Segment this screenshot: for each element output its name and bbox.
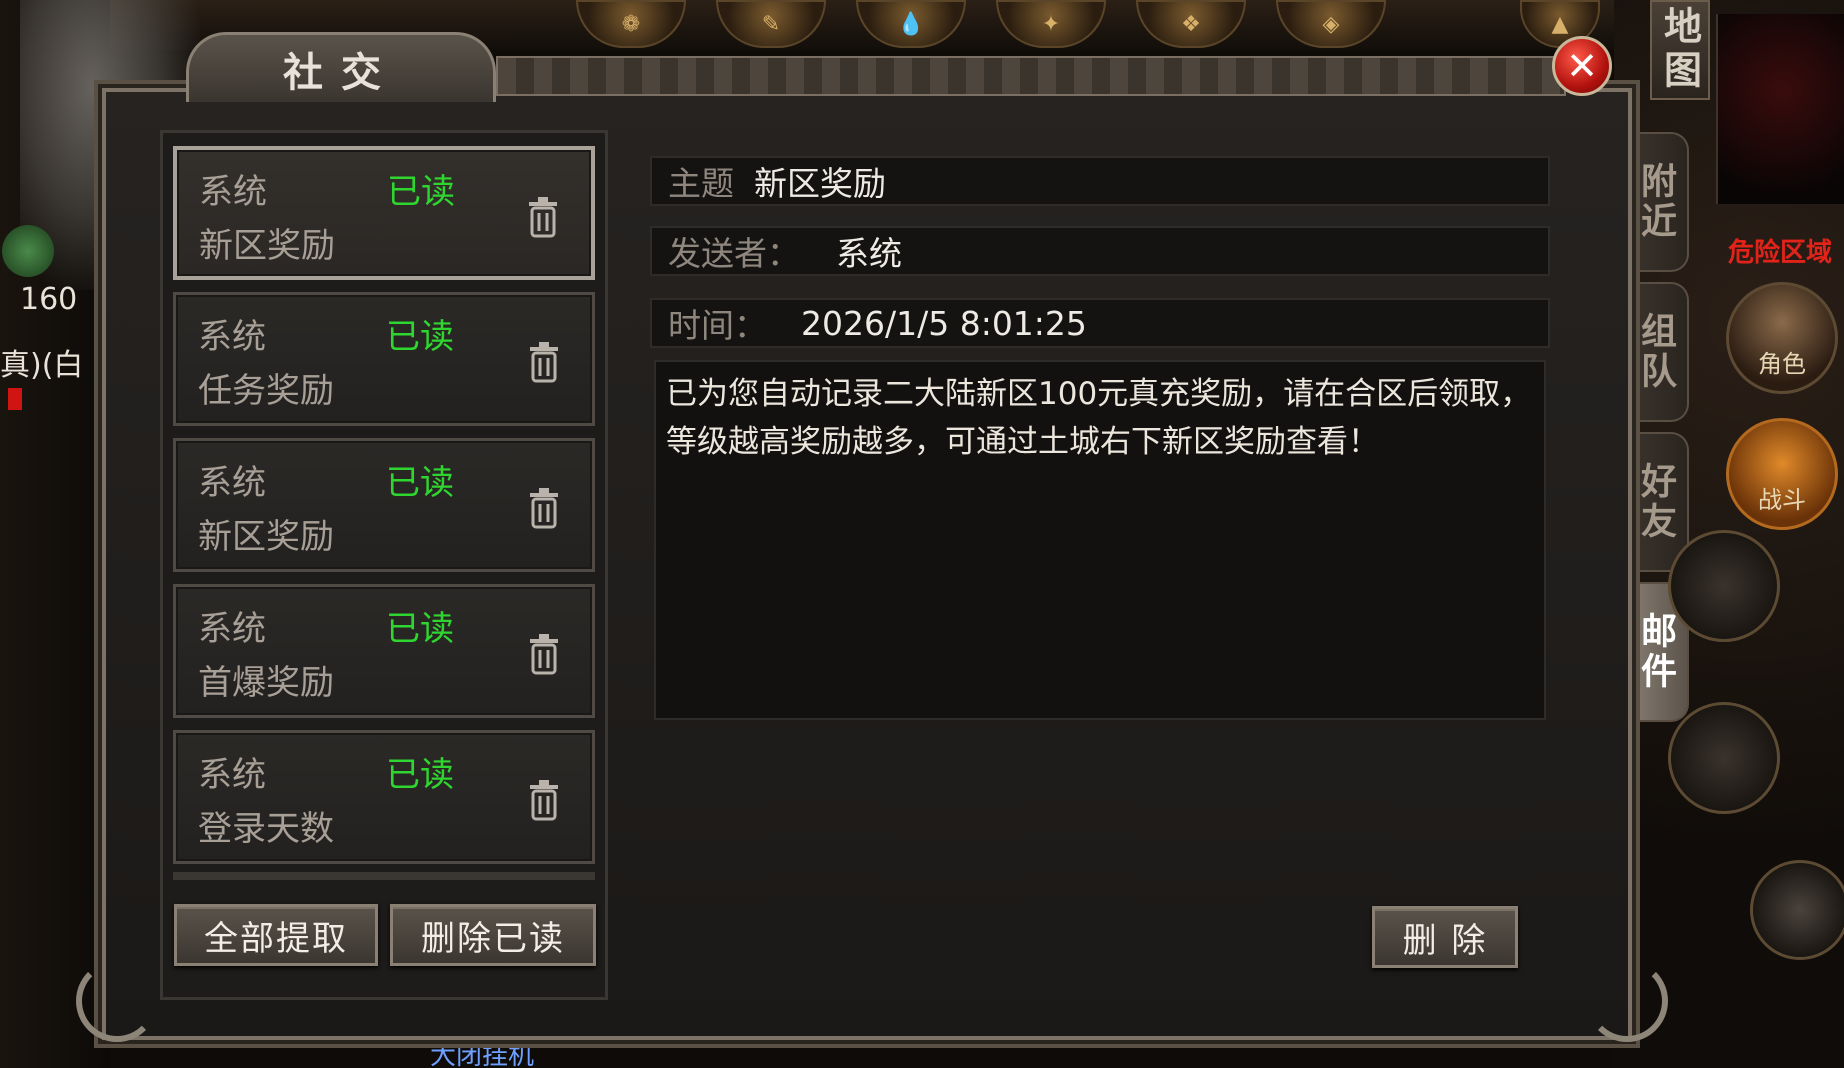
subject-value: 新区奖励 [754, 164, 886, 203]
time-value: 2026/1/5 8:01:25 [801, 303, 1087, 343]
mail-subject: 登录天数 [198, 809, 334, 849]
mail-subject: 任务奖励 [198, 371, 334, 411]
character-label: 角色 [1758, 350, 1806, 378]
sender-value: 系统 [836, 234, 902, 273]
tab-team[interactable]: 组队 [1623, 282, 1689, 422]
skill-button[interactable] [1668, 530, 1780, 642]
list-scroll-edge [173, 872, 595, 880]
map-button[interactable]: 地图 [1650, 0, 1710, 100]
trash-icon[interactable] [526, 633, 562, 675]
delete-read-button[interactable]: 删除已读 [390, 904, 596, 966]
subject-field: 主题 新区奖励 [650, 156, 1550, 206]
sender-field: 发送者： 系统 [650, 226, 1550, 276]
mail-body: 已为您自动记录二大陆新区100元真充奖励，请在合区后领取，等级越高奖励越多，可通… [654, 360, 1546, 720]
window-top-ornament [496, 56, 1566, 96]
mail-item[interactable]: 系统 已读 新区奖励 [173, 438, 595, 572]
mail-subject: 新区奖励 [198, 517, 334, 557]
window-title-tab: 社交 [186, 32, 496, 102]
attack-button[interactable] [1750, 860, 1844, 960]
mail-read-status: 已读 [386, 463, 454, 503]
mail-item[interactable]: 系统 已读 任务奖励 [173, 292, 595, 426]
mail-sender: 系统 [199, 172, 267, 212]
player-level: 160 [20, 282, 78, 317]
time-label: 时间： [668, 306, 767, 345]
player-name-fragment: 真)(白 [0, 348, 84, 383]
mail-read-status: 已读 [386, 755, 454, 795]
close-button[interactable]: ✕ [1552, 36, 1612, 96]
guild-emblem-icon [2, 225, 54, 277]
mail-sender: 系统 [198, 755, 266, 795]
trash-icon[interactable] [526, 779, 562, 821]
trash-icon[interactable] [525, 196, 561, 238]
skill-button-2[interactable] [1668, 702, 1780, 814]
corner-ornament-icon [76, 960, 158, 1042]
mail-read-status: 已读 [387, 172, 455, 212]
mail-subject: 新区奖励 [199, 226, 335, 266]
danger-zone-label: 危险区域 [1727, 238, 1832, 268]
mail-read-status: 已读 [386, 609, 454, 649]
hp-bar [8, 388, 22, 410]
battle-button[interactable]: 战斗 [1726, 418, 1838, 530]
bottom-hud-text: 大闭挂机 [430, 1044, 535, 1068]
mail-item[interactable]: 系统 已读 登录天数 [173, 730, 595, 864]
sender-label: 发送者： [668, 234, 800, 273]
tab-nearby[interactable]: 附近 [1623, 132, 1689, 272]
mail-subject: 首爆奖励 [198, 663, 334, 703]
character-button[interactable]: 角色 [1726, 282, 1838, 394]
close-icon: ✕ [1566, 44, 1598, 88]
time-field: 时间： 2026/1/5 8:01:25 [650, 298, 1550, 348]
mail-sender: 系统 [198, 317, 266, 357]
minimap[interactable] [1716, 14, 1844, 204]
claim-all-button[interactable]: 全部提取 [174, 904, 378, 966]
subject-label: 主题 [668, 164, 734, 203]
mail-item[interactable]: 系统 已读 首爆奖励 [173, 584, 595, 718]
delete-button[interactable]: 删 除 [1372, 906, 1518, 968]
trash-icon[interactable] [526, 487, 562, 529]
mail-sender: 系统 [198, 609, 266, 649]
trash-icon[interactable] [526, 341, 562, 383]
corner-ornament-icon [1586, 960, 1668, 1042]
window-title: 社交 [283, 48, 399, 96]
mail-sender: 系统 [198, 463, 266, 503]
mail-item[interactable]: 系统 已读 新区奖励 [173, 146, 595, 280]
battle-label: 战斗 [1758, 486, 1806, 514]
mail-read-status: 已读 [386, 317, 454, 357]
